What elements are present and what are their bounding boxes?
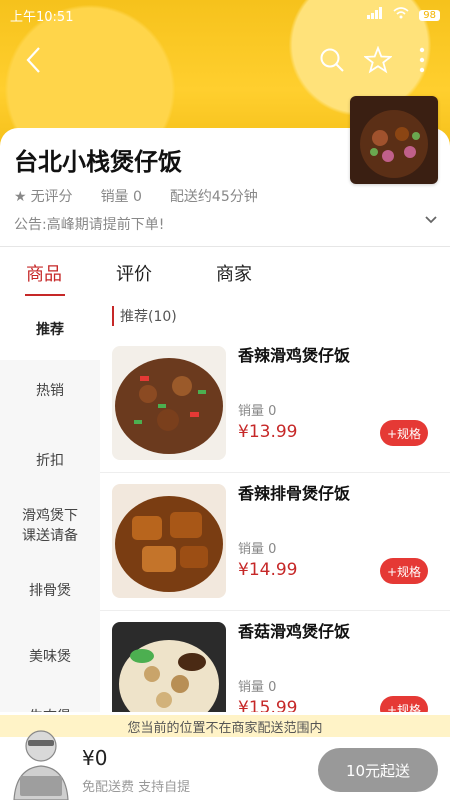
cart-subtext: 免配送费 支持自提 (82, 780, 191, 795)
category-sidebar: 推荐 热销 折扣 滑鸡煲下课送请备 排骨煲 美味煲 生态煲 (0, 300, 100, 712)
status-icons: 98 (367, 7, 440, 23)
more-vertical-icon (419, 47, 425, 77)
product-name: 香辣滑鸡煲仔饭 (238, 346, 351, 365)
favorite-button[interactable] (358, 40, 398, 84)
star-filled-icon: ★ (14, 189, 27, 205)
category-recommended[interactable]: 推荐 (0, 300, 100, 360)
tab-bar: 商品 评价 商家 (0, 250, 450, 296)
active-tab-indicator (25, 294, 65, 296)
shop-name: 台北小栈煲仔饭 (14, 148, 182, 176)
category-ribs-pot[interactable]: 排骨煲 (0, 580, 100, 600)
more-button[interactable] (402, 40, 442, 84)
product-price: ¥15.99 (238, 698, 298, 712)
category-hot[interactable]: 热销 (0, 380, 100, 400)
select-spec-button[interactable]: +规格 (380, 558, 428, 584)
chevron-left-icon (25, 46, 43, 78)
shop-thumbnail (350, 96, 438, 184)
wifi-icon (393, 7, 409, 23)
category-eco-pot[interactable]: 生态煲 (0, 706, 100, 712)
section-title: 推荐(10) (112, 306, 177, 326)
chevron-down-icon (424, 212, 438, 231)
shop-sales: 销量 0 (100, 189, 142, 205)
cart-icon[interactable] (6, 724, 76, 801)
star-icon (363, 45, 393, 78)
rating-text: 无评分 (30, 189, 73, 205)
status-time: 上午10:51 (10, 9, 74, 25)
delivery-time: 配送约45分钟 (169, 189, 258, 205)
category-tasty-pot[interactable]: 美味煲 (0, 646, 100, 666)
tab-merchant[interactable]: 商家 (216, 260, 252, 286)
status-bar: 上午10:51 98 (0, 0, 450, 30)
product-name: 香菇滑鸡煲仔饭 (238, 622, 351, 641)
select-spec-button[interactable]: +规格 (380, 696, 428, 712)
product-price: ¥14.99 (238, 560, 298, 580)
cart-total: ¥0 (82, 746, 108, 770)
category-discount[interactable]: 折扣 (0, 450, 100, 470)
product-image (112, 484, 226, 598)
product-sales: 销量 0 (238, 404, 277, 419)
category-chicken-pot[interactable]: 滑鸡煲下课送请备 (0, 506, 100, 546)
product-item[interactable]: 香菇滑鸡煲仔饭 销量 0 ¥15.99 +规格 (100, 612, 450, 712)
shop-meta: ★ 无评分 销量 0 配送约45分钟 (14, 186, 258, 206)
checkout-button[interactable]: 10元起送 (318, 748, 438, 792)
product-image (112, 622, 226, 712)
divider (0, 246, 450, 247)
battery-indicator: 98 (419, 9, 440, 21)
back-button[interactable] (14, 40, 54, 84)
product-price: ¥13.99 (238, 422, 298, 442)
product-image (112, 346, 226, 460)
product-item[interactable]: 香辣排骨煲仔饭 销量 0 ¥14.99 +规格 (100, 474, 450, 611)
expand-notice-button[interactable] (424, 212, 438, 231)
rating: ★ 无评分 (14, 186, 73, 206)
signal-icon (367, 7, 383, 23)
product-name: 香辣排骨煲仔饭 (238, 484, 351, 503)
select-spec-button[interactable]: +规格 (380, 420, 428, 446)
product-sales: 销量 0 (238, 680, 277, 695)
search-button[interactable] (312, 40, 352, 84)
tab-products[interactable]: 商品 (26, 260, 62, 286)
tab-reviews[interactable]: 评价 (116, 260, 152, 286)
product-item[interactable]: 香辣滑鸡煲仔饭 销量 0 ¥13.99 +规格 (100, 336, 450, 473)
top-navigation (0, 40, 450, 84)
product-sales: 销量 0 (238, 542, 277, 557)
search-icon (319, 47, 345, 77)
shop-notice: 公告:高峰期请提前下单! (14, 217, 165, 233)
